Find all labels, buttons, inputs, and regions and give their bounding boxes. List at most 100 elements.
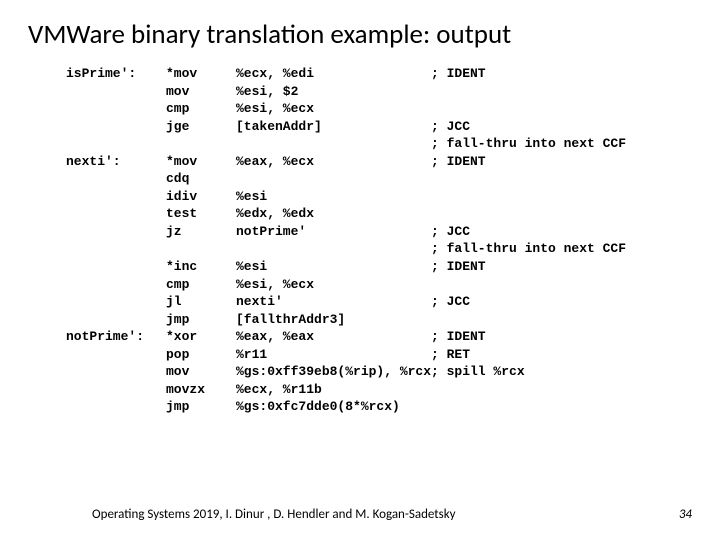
code-row: isPrime':*mov%ecx, %edi; IDENT: [66, 65, 692, 83]
code-label: [66, 100, 166, 118]
code-args: %esi, $2: [236, 83, 431, 101]
code-row: ; fall-thru into next CCF: [66, 135, 692, 153]
code-row: jge[takenAddr]; JCC: [66, 118, 692, 136]
code-comment: [431, 276, 692, 294]
code-args: %esi, %ecx: [236, 276, 431, 294]
code-op: *mov: [166, 153, 236, 171]
code-comment: [431, 205, 692, 223]
code-op: idiv: [166, 188, 236, 206]
code-op: jge: [166, 118, 236, 136]
code-op: movzx: [166, 381, 236, 399]
code-label: [66, 276, 166, 294]
code-args: %esi: [236, 258, 431, 276]
code-row: cmp%esi, %ecx: [66, 100, 692, 118]
code-comment: ; JCC: [431, 293, 692, 311]
code-label: [66, 346, 166, 364]
code-op: cdq: [166, 170, 236, 188]
code-args: [236, 240, 431, 258]
code-args: %gs:0xff39eb8(%rip), %rcx: [236, 363, 431, 381]
code-label: isPrime':: [66, 65, 166, 83]
code-op: cmp: [166, 276, 236, 294]
code-label: [66, 311, 166, 329]
code-row: pop%r11; RET: [66, 346, 692, 364]
footer-text: Operating Systems 2019, I. Dinur , D. He…: [92, 507, 456, 522]
code-comment: ; RET: [431, 346, 692, 364]
code-row: *inc%esi; IDENT: [66, 258, 692, 276]
code-row: idiv%esi: [66, 188, 692, 206]
code-comment: ; JCC: [431, 223, 692, 241]
code-row: jznotPrime'; JCC: [66, 223, 692, 241]
code-label: [66, 170, 166, 188]
code-op: pop: [166, 346, 236, 364]
code-comment: ; IDENT: [431, 153, 692, 171]
code-label: [66, 398, 166, 416]
code-args: %edx, %edx: [236, 205, 431, 223]
code-label: notPrime':: [66, 328, 166, 346]
code-args: [236, 170, 431, 188]
code-op: test: [166, 205, 236, 223]
code-op: jz: [166, 223, 236, 241]
code-row: nexti':*mov%eax, %ecx; IDENT: [66, 153, 692, 171]
code-op: jmp: [166, 398, 236, 416]
code-label: nexti':: [66, 153, 166, 171]
slide: VMWare binary translation example: outpu…: [0, 0, 720, 540]
code-label: [66, 135, 166, 153]
code-label: [66, 363, 166, 381]
code-args: %ecx, %edi: [236, 65, 431, 83]
code-args: [takenAddr]: [236, 118, 431, 136]
code-row: cmp%esi, %ecx: [66, 276, 692, 294]
code-label: [66, 223, 166, 241]
code-comment: ; IDENT: [431, 65, 692, 83]
code-comment: ; fall-thru into next CCF: [431, 240, 692, 258]
code-row: mov%gs:0xff39eb8(%rip), %rcx; spill %rcx: [66, 363, 692, 381]
code-op: *mov: [166, 65, 236, 83]
code-row: mov%esi, $2: [66, 83, 692, 101]
code-label: [66, 293, 166, 311]
code-row: jmp[fallthrAddr3]: [66, 311, 692, 329]
code-args: %ecx, %r11b: [236, 381, 431, 399]
code-row: test%edx, %edx: [66, 205, 692, 223]
code-row: movzx%ecx, %r11b: [66, 381, 692, 399]
code-args: [fallthrAddr3]: [236, 311, 431, 329]
code-comment: [431, 398, 692, 416]
code-args: %esi, %ecx: [236, 100, 431, 118]
code-listing: isPrime':*mov%ecx, %edi; IDENTmov%esi, $…: [66, 65, 692, 416]
code-args: %esi: [236, 188, 431, 206]
code-comment: [431, 381, 692, 399]
code-label: [66, 381, 166, 399]
code-comment: ; fall-thru into next CCF: [431, 135, 692, 153]
code-args: %eax, %eax: [236, 328, 431, 346]
code-row: jmp%gs:0xfc7dde0(8*%rcx): [66, 398, 692, 416]
code-op: *xor: [166, 328, 236, 346]
code-comment: ; IDENT: [431, 258, 692, 276]
code-args: %r11: [236, 346, 431, 364]
code-comment: [431, 311, 692, 329]
slide-title: VMWare binary translation example: outpu…: [28, 18, 692, 51]
code-label: [66, 188, 166, 206]
code-label: [66, 240, 166, 258]
code-comment: ; IDENT: [431, 328, 692, 346]
code-label: [66, 205, 166, 223]
code-op: jl: [166, 293, 236, 311]
code-op: *inc: [166, 258, 236, 276]
code-row: cdq: [66, 170, 692, 188]
code-op: [166, 135, 236, 153]
code-comment: ; JCC: [431, 118, 692, 136]
code-row: notPrime':*xor%eax, %eax; IDENT: [66, 328, 692, 346]
code-args: notPrime': [236, 223, 431, 241]
code-op: mov: [166, 83, 236, 101]
code-label: [66, 118, 166, 136]
code-label: [66, 258, 166, 276]
code-args: %gs:0xfc7dde0(8*%rcx): [236, 398, 431, 416]
code-comment: [431, 83, 692, 101]
code-comment: ; spill %rcx: [431, 363, 692, 381]
code-row: ; fall-thru into next CCF: [66, 240, 692, 258]
code-op: [166, 240, 236, 258]
code-args: nexti': [236, 293, 431, 311]
code-op: cmp: [166, 100, 236, 118]
page-number: 34: [679, 507, 692, 522]
code-args: %eax, %ecx: [236, 153, 431, 171]
code-row: jlnexti'; JCC: [66, 293, 692, 311]
code-args: [236, 135, 431, 153]
code-op: jmp: [166, 311, 236, 329]
